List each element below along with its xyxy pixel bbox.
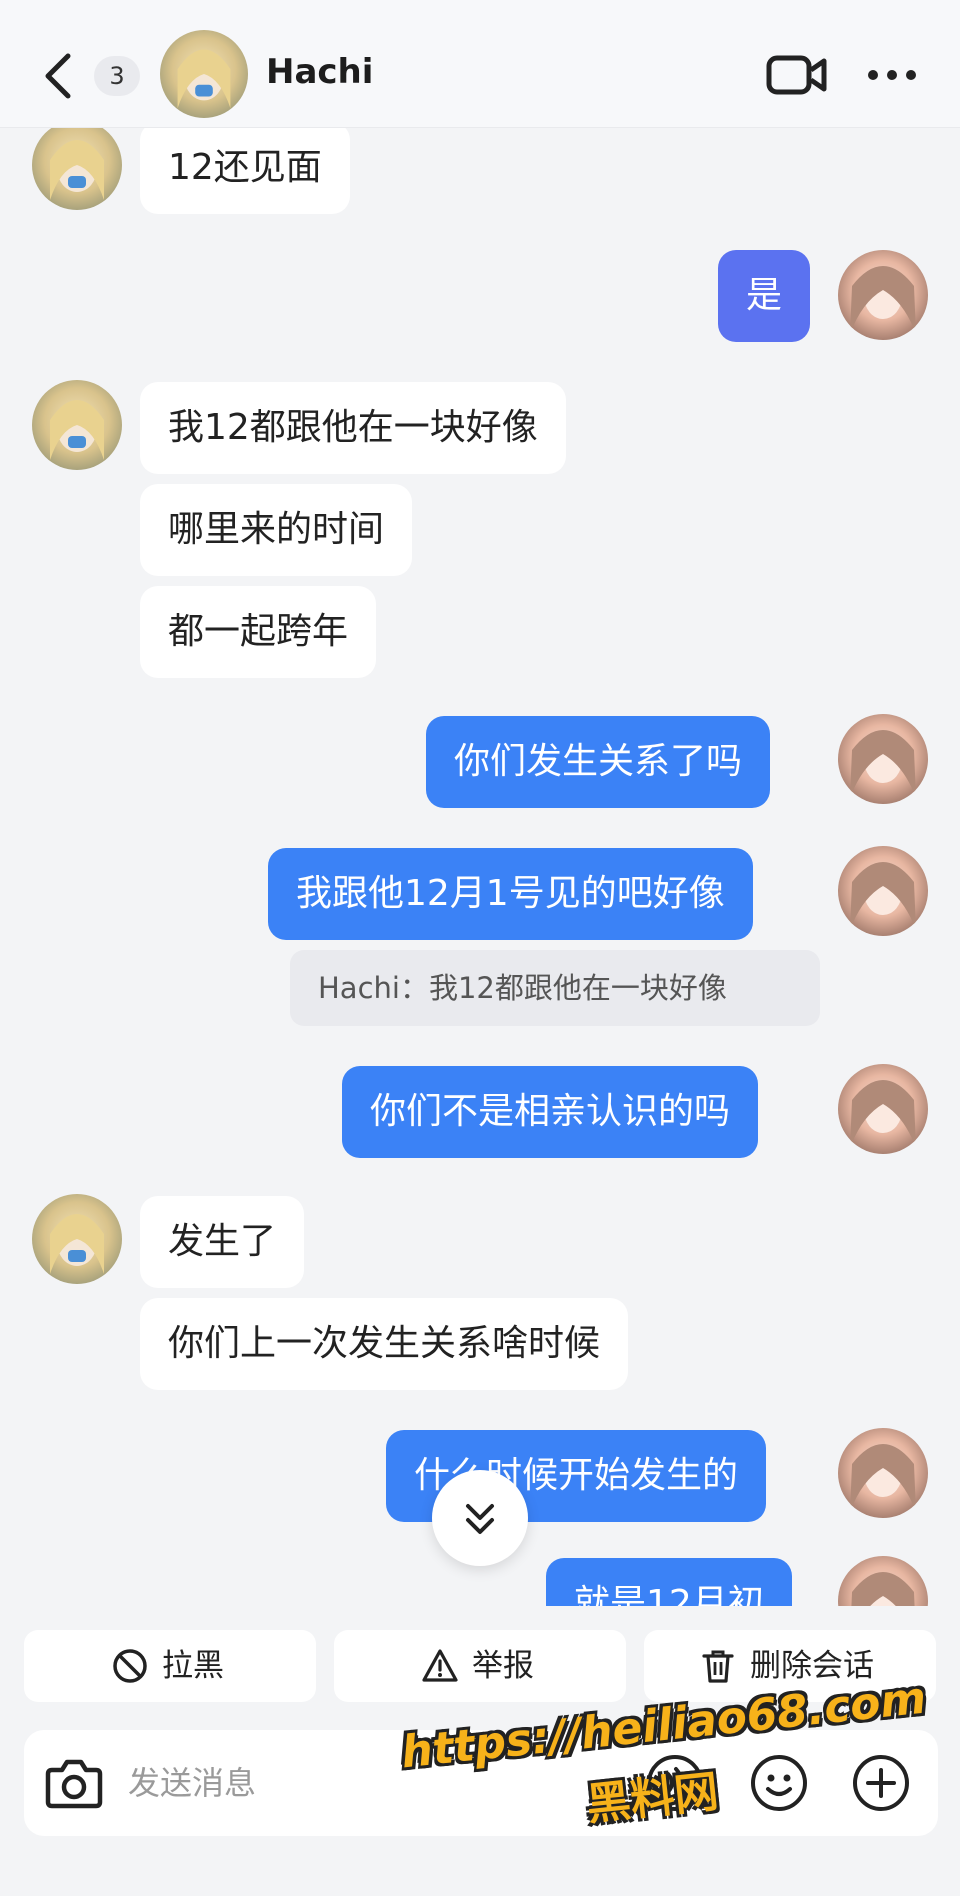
- back-button[interactable]: [40, 48, 80, 104]
- my-avatar[interactable]: [838, 846, 928, 936]
- message-bubble-incoming[interactable]: 12还见面: [140, 128, 350, 214]
- message-bubble-outgoing[interactable]: 就是12月初: [546, 1558, 792, 1606]
- back-icon: [45, 53, 71, 99]
- video-call-button[interactable]: [766, 52, 828, 98]
- block-icon: [113, 1649, 147, 1683]
- message-bubble-outgoing[interactable]: 我跟他12月1号见的吧好像: [268, 848, 753, 940]
- report-button[interactable]: 举报: [334, 1630, 626, 1702]
- contact-avatar[interactable]: [32, 380, 122, 470]
- my-avatar[interactable]: [838, 1428, 928, 1518]
- block-label: 拉黑: [162, 1648, 224, 1684]
- chevron-double-down-icon: [466, 1504, 494, 1534]
- report-label: 举报: [472, 1648, 534, 1684]
- message-bubble-incoming[interactable]: 哪里来的时间: [140, 484, 413, 576]
- quoted-message[interactable]: Hachi：我12都跟他在一块好像: [290, 950, 820, 1026]
- my-avatar[interactable]: [838, 1556, 928, 1606]
- watermark-name: 黑料网: [584, 1766, 721, 1831]
- unread-badge: 3: [94, 56, 140, 96]
- video-call-icon: [766, 55, 827, 95]
- scroll-to-bottom-button[interactable]: [432, 1470, 528, 1566]
- contact-name[interactable]: Hachi: [266, 52, 373, 92]
- message-bubble-incoming[interactable]: 你们上一次发生关系啥时候: [140, 1298, 629, 1390]
- message-bubble-outgoing[interactable]: 你们不是相亲认识的吗: [342, 1066, 759, 1158]
- plus-icon: [853, 1755, 909, 1811]
- block-button[interactable]: 拉黑: [24, 1630, 316, 1702]
- more-button[interactable]: [866, 62, 918, 88]
- camera-button[interactable]: [44, 1756, 104, 1810]
- message-bubble-incoming[interactable]: 都一起跨年: [140, 586, 377, 678]
- message-bubble-incoming[interactable]: 我12都跟他在一块好像: [140, 382, 566, 474]
- contact-avatar[interactable]: [32, 128, 122, 210]
- my-avatar[interactable]: [838, 714, 928, 804]
- contact-avatar[interactable]: [32, 1194, 122, 1284]
- chat-message-list[interactable]: 12还见面 是 我12都跟他在一块好像 哪里来的时间 都一起跨年 你们发生关系了…: [0, 128, 960, 1606]
- my-avatar[interactable]: [838, 250, 928, 340]
- chat-header: 3 Hachi: [0, 0, 960, 128]
- more-actions-button[interactable]: [850, 1752, 912, 1814]
- trash-icon: [702, 1650, 734, 1683]
- camera-icon: [45, 1759, 103, 1809]
- message-bubble-outgoing[interactable]: 是: [718, 250, 811, 342]
- emoji-icon: [751, 1755, 807, 1811]
- my-avatar[interactable]: [838, 1064, 928, 1154]
- message-bubble-outgoing[interactable]: 你们发生关系了吗: [426, 716, 771, 808]
- emoji-button[interactable]: [748, 1752, 810, 1814]
- more-icon: [868, 70, 916, 80]
- message-bubble-incoming[interactable]: 发生了: [140, 1196, 305, 1288]
- warning-icon: [422, 1649, 458, 1682]
- contact-avatar[interactable]: [160, 30, 248, 118]
